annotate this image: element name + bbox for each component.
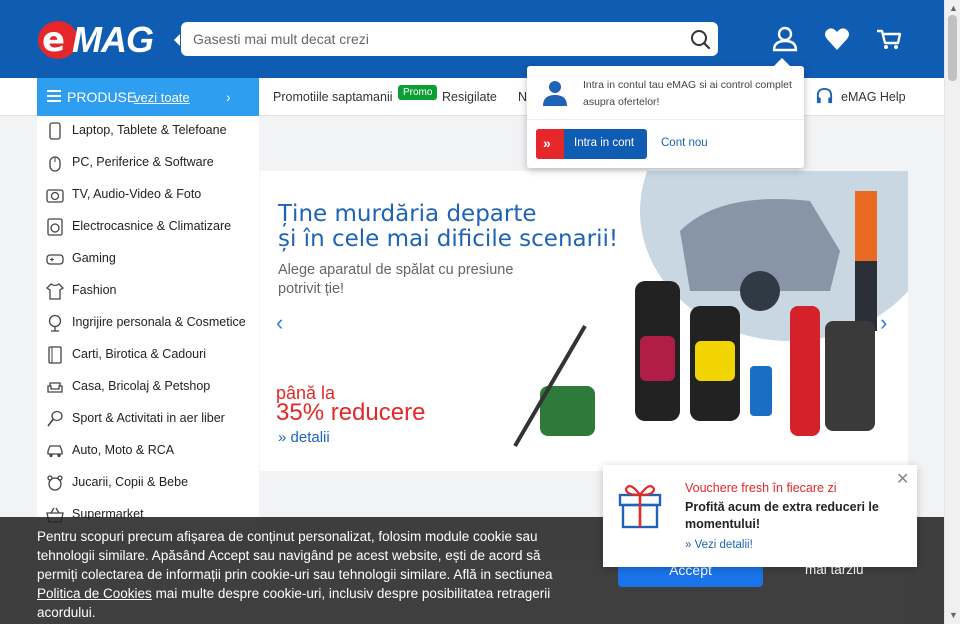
nav-link-resigilate[interactable]: Resigilate [442,90,497,104]
nav-link-emag-help[interactable]: eMAG Help [841,90,906,104]
mirror-icon [48,314,62,332]
category-label: Laptop, Tablete & Telefoane [72,123,227,137]
search-input[interactable] [193,22,683,56]
gamepad-icon [46,254,64,265]
double-chevron-icon: » [536,129,564,159]
category-item[interactable]: Gaming [37,244,259,276]
login-button[interactable]: » Intra in cont [536,129,647,159]
search-box [174,22,718,56]
login-label: Intra in cont [574,137,635,149]
category-item[interactable]: TV, Audio-Video & Foto [37,180,259,212]
category-label: Auto, Moto & RCA [72,443,175,457]
category-item[interactable]: Casa, Bricolaj & Petshop [37,372,259,404]
voucher-popup: Vouchere fresh în fiecare zi Profită acu… [603,465,917,567]
scroll-up-icon[interactable]: ▲ [949,3,958,13]
scroll-down-icon[interactable]: ▼ [949,610,958,620]
category-sidebar: Laptop, Tablete & Telefoane PC, Periferi… [37,116,259,536]
popup-message: Intra in contul tau eMAG si ai control c… [583,79,792,108]
scrollbar-thumb[interactable] [948,15,957,81]
hamburger-icon [47,90,61,102]
category-label: PC, Periferice & Software [72,155,214,169]
pressure-washers-image [513,281,875,448]
user-icon[interactable] [770,24,800,54]
category-item[interactable]: Jucarii, Copii & Bebe [37,468,259,500]
emag-logo[interactable]: e MAG [38,19,164,60]
chevron-right-icon: › [226,89,231,105]
close-icon[interactable]: ✕ [896,469,909,489]
scrollbar[interactable]: ▲ ▼ [944,0,960,624]
cart-icon[interactable] [874,24,904,54]
category-item[interactable]: Sport & Activitati in aer liber [37,404,259,436]
account-popup: Intra in contul tau eMAG si ai control c… [527,58,804,168]
user-icon [543,81,567,106]
category-label: TV, Audio-Video & Foto [72,187,202,201]
banner-subtitle: Alege aparatul de spălat cu presiune potr… [278,262,514,297]
voucher-title: Vouchere fresh în fiecare zi [685,481,837,495]
banner-title: Ține murdăria departe și în cele mai difi… [278,201,619,252]
voucher-details-link[interactable]: » Vezi detalii! [685,539,753,551]
category-item[interactable]: Ingrijire personala & Cosmetice [37,308,259,340]
logo-mag: MAG [72,19,154,60]
promo-banner[interactable]: Ține murdăria departe și în cele mai difi… [260,171,908,471]
bear-icon [47,475,63,491]
nav-link-partial[interactable]: N [518,90,527,104]
vezi-toate-link[interactable]: vezi toate [134,90,190,105]
cookie-text: Pentru scopuri precum afișarea de conțin… [37,529,553,620]
shirt-icon [46,283,64,300]
camera-icon [46,189,64,203]
chevron-right-icon[interactable]: › [880,310,887,336]
mouse-icon [49,156,61,172]
category-label: Sport & Activitati in aer liber [72,411,225,425]
heart-icon[interactable] [822,24,852,54]
banner-discount: 35% reducere [276,399,426,426]
category-label: Gaming [72,251,116,265]
category-item[interactable]: Carti, Birotica & Cadouri [37,340,259,372]
category-item[interactable]: PC, Periferice & Software [37,148,259,180]
category-item[interactable]: Electrocasnice & Climatizare [37,212,259,244]
category-item[interactable]: Auto, Moto & RCA [37,436,259,468]
sofa-icon [47,382,63,393]
voucher-description: Profită acum de extra reduceri le moment… [685,500,879,531]
category-item[interactable]: Fashion [37,276,259,308]
category-label: Jucarii, Copii & Bebe [72,475,189,489]
produse-label: PRODUSE [67,89,137,105]
promo-badge: Promo [398,85,438,100]
category-label: Electrocasnice & Climatizare [72,219,232,233]
car-icon [47,445,63,458]
category-label: Carti, Birotica & Cadouri [72,347,207,361]
produse-menu-button[interactable]: PRODUSE vezi toate › [37,78,259,116]
category-label: Casa, Bricolaj & Petshop [72,379,211,393]
category-item[interactable]: Laptop, Tablete & Telefoane [37,116,259,148]
divider [527,119,804,120]
gift-icon [618,485,662,529]
headset-icon [816,87,833,104]
nav-link-promotii[interactable]: Promotiile saptamanii [273,90,393,104]
category-label: Ingrijire personala & Cosmetice [72,315,246,329]
logo-e: e [42,20,66,60]
category-label: Fashion [72,283,117,297]
washer-icon [47,218,63,236]
search-icon[interactable] [686,26,714,52]
banner-details-link[interactable]: » detalii [278,429,330,446]
racket-icon [47,410,63,427]
chevron-left-icon[interactable]: ‹ [276,310,283,336]
phone-icon [49,122,61,140]
new-account-link[interactable]: Cont nou [661,137,708,149]
cookie-policy-link[interactable]: Politica de Cookies [37,586,152,601]
book-icon [48,346,62,364]
